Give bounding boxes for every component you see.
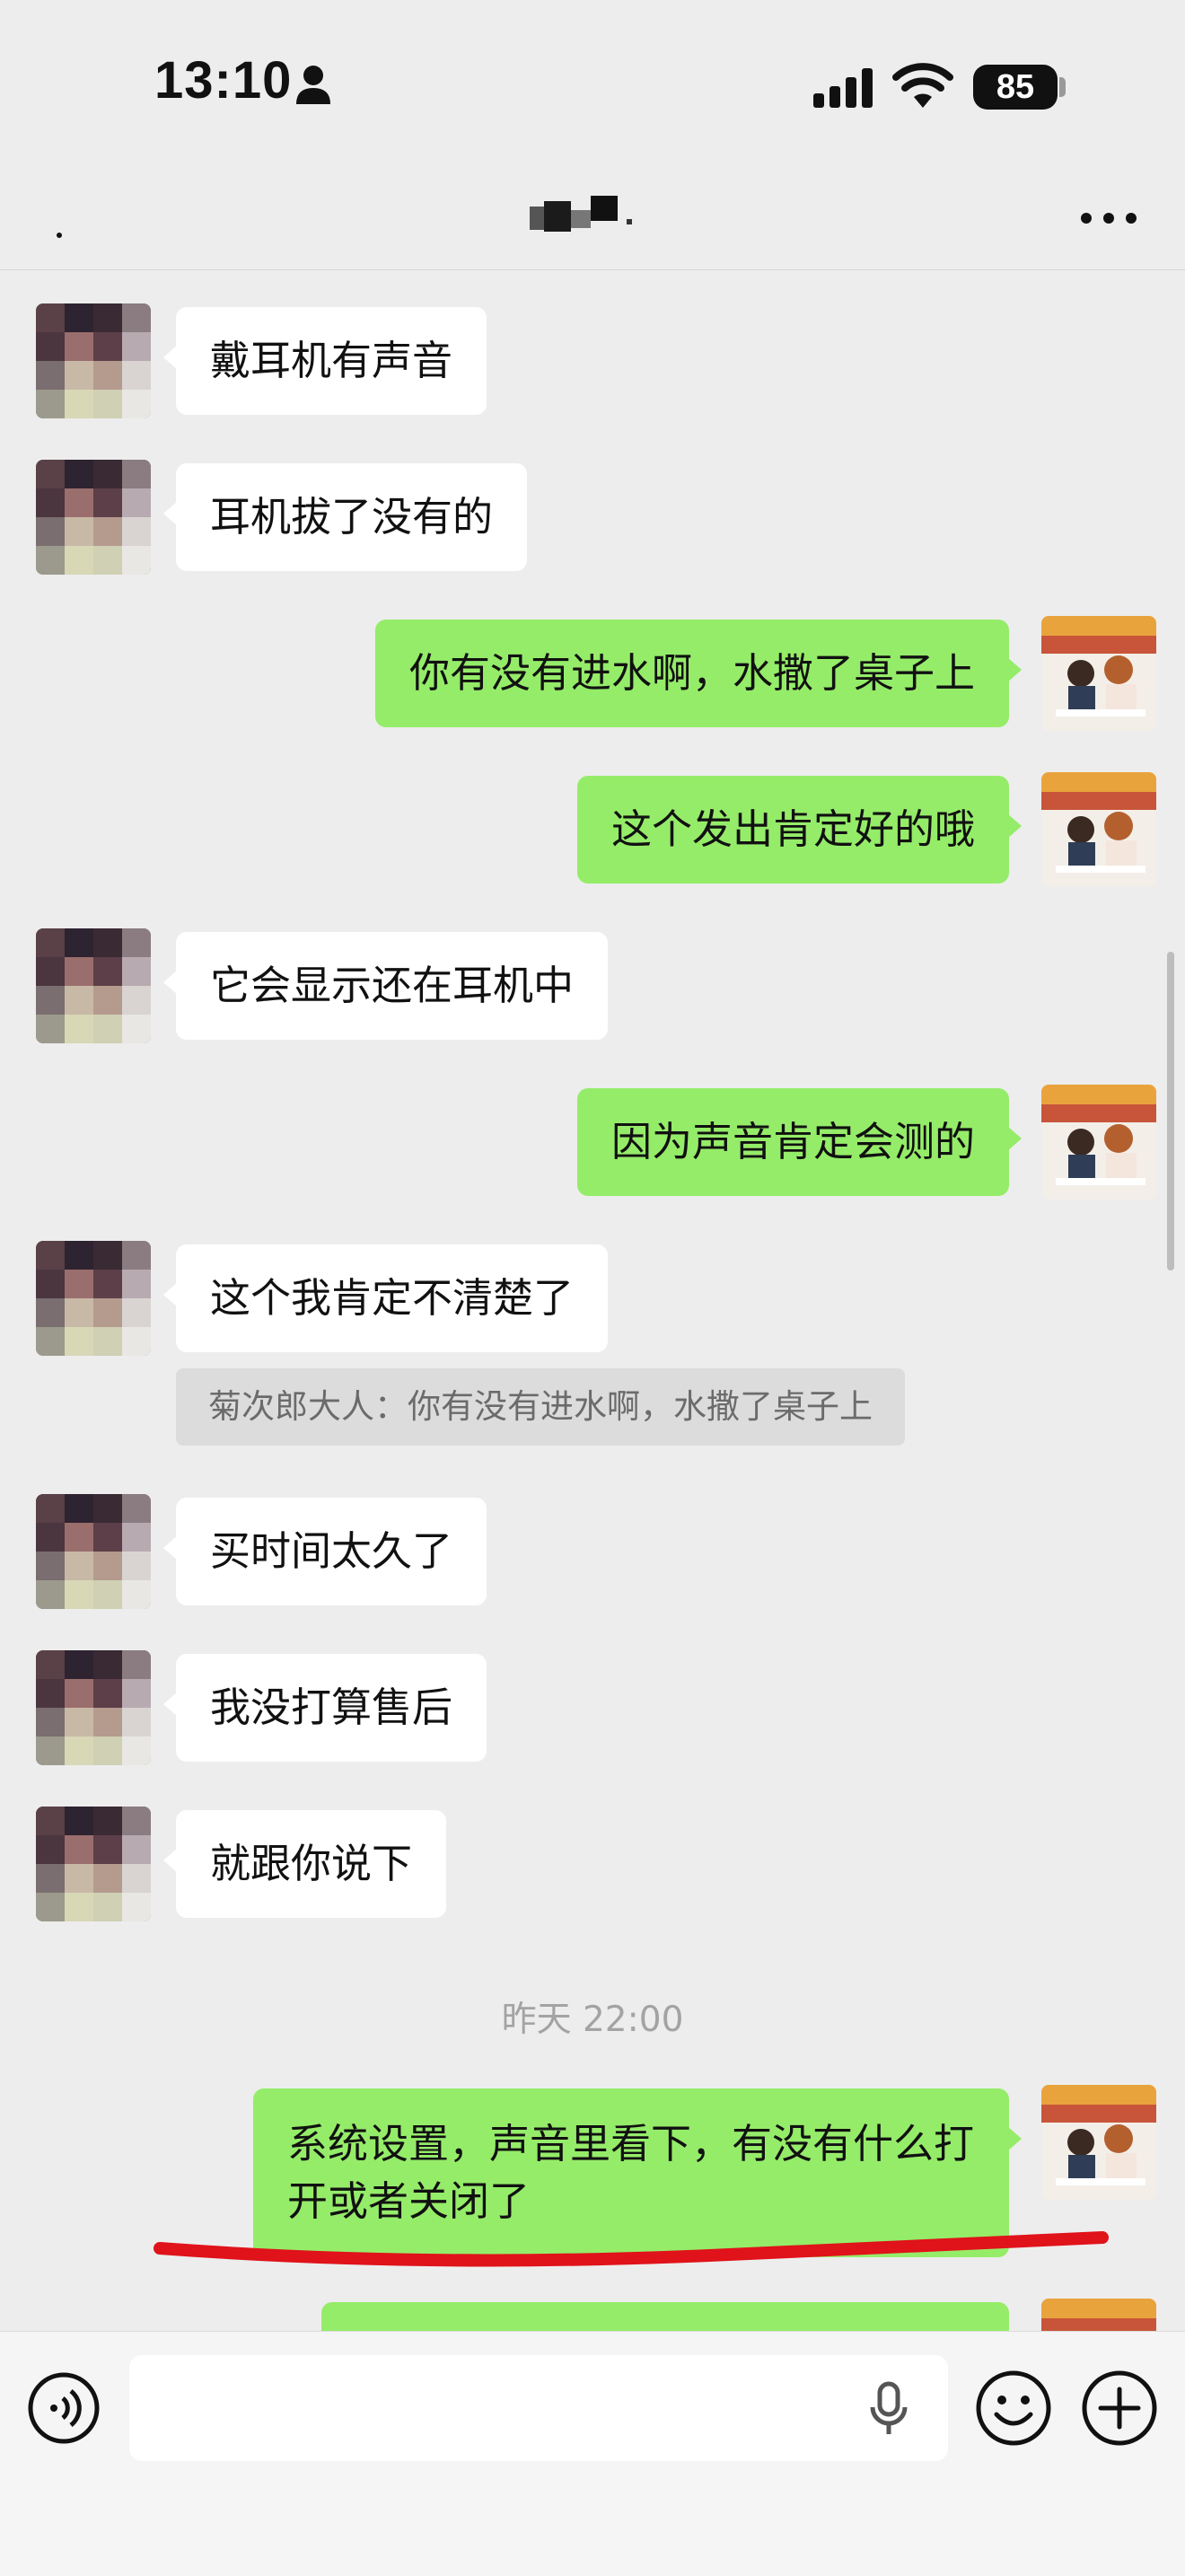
battery-tip — [1059, 77, 1066, 97]
message-bubble[interactable]: 就跟你说下 — [162, 1810, 447, 1918]
scrollbar[interactable] — [1167, 952, 1174, 1270]
contact-avatar[interactable] — [36, 303, 151, 418]
message-bubble[interactable]: 这个发出肯定好的哦 — [576, 776, 1023, 884]
plus-icon[interactable] — [1081, 2369, 1158, 2447]
contact-avatar[interactable] — [36, 928, 151, 1043]
status-time: 13:10 — [154, 51, 293, 110]
status-bar: 13:10 85 — [0, 0, 1185, 171]
message-bubble[interactable]: 买时间太久了 — [162, 1498, 487, 1605]
back-icon[interactable] — [50, 215, 72, 242]
message-bubble[interactable]: 耳机拔了没有的 — [162, 463, 528, 571]
message-bubble[interactable]: 它会显示还在耳机中 — [162, 932, 609, 1040]
voice-icon[interactable] — [27, 2371, 101, 2445]
my-avatar[interactable] — [1041, 2085, 1156, 2200]
contact-avatar[interactable] — [36, 1650, 151, 1765]
chat-title-pixelated — [530, 196, 632, 232]
contact-avatar[interactable] — [36, 1494, 151, 1609]
red-underline-annotation — [154, 2231, 1109, 2267]
message-bubble[interactable]: 因为声音肯定会测的 — [576, 1088, 1023, 1196]
battery-icon: 85 — [973, 65, 1058, 110]
contact-avatar[interactable] — [36, 1807, 151, 1921]
message-bubble[interactable]: 戴耳机有声音 — [162, 307, 487, 415]
my-avatar[interactable] — [1041, 772, 1156, 887]
contact-avatar[interactable] — [36, 1241, 151, 1356]
chat-header — [0, 171, 1185, 270]
mic-icon[interactable] — [867, 2380, 910, 2438]
my-avatar[interactable] — [1041, 1085, 1156, 1200]
wifi-icon — [892, 63, 953, 108]
input-bar — [0, 2331, 1185, 2576]
message-bubble[interactable]: 你有没有进水啊，水撒了桌子上 — [374, 620, 1023, 727]
quoted-message[interactable]: 菊次郎大人：你有没有进水啊，水撒了桌子上 — [176, 1368, 905, 1446]
contact-avatar[interactable] — [36, 460, 151, 575]
message-input[interactable] — [129, 2355, 948, 2461]
message-bubble[interactable]: 这个我肯定不清楚了 — [162, 1244, 609, 1352]
person-icon — [296, 66, 330, 104]
my-avatar[interactable] — [1041, 616, 1156, 731]
message-bubble[interactable]: 我没打算售后 — [162, 1654, 487, 1762]
emoji-icon[interactable] — [975, 2369, 1052, 2447]
message-timestamp: 昨天 22:00 — [501, 2000, 684, 2040]
signal-icon — [813, 68, 873, 108]
more-icon[interactable] — [1077, 205, 1140, 232]
